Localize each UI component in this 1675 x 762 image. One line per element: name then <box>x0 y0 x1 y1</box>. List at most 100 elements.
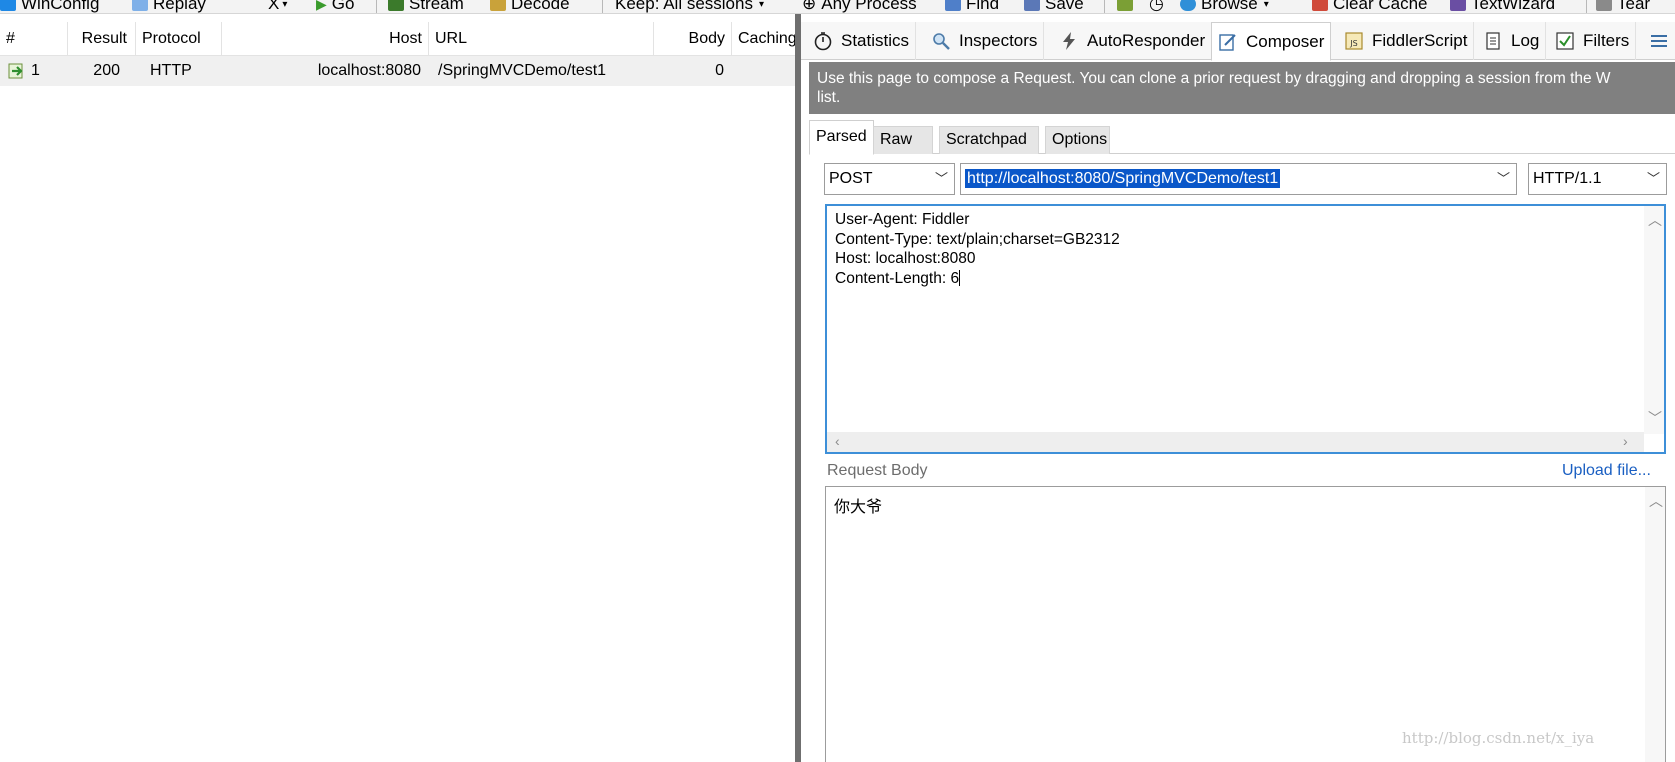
find-label: Find <box>966 0 1000 13</box>
toolbar: WinConfig Replay X ▾ ▶ Go Stream Decode … <box>0 0 1675 14</box>
tab-statistics[interactable]: Statistics <box>807 22 917 60</box>
tab-log[interactable]: Log <box>1477 22 1547 60</box>
subtab-parsed[interactable]: Parsed <box>809 120 874 155</box>
timer-button[interactable]: ◷ <box>1149 0 1164 13</box>
column-header-number[interactable]: # <box>0 22 68 56</box>
composer-info-text-line2: list. <box>817 89 841 106</box>
compose-icon <box>1219 33 1236 51</box>
tab-inspectors[interactable]: Inspectors <box>925 22 1045 60</box>
lightning-icon <box>1063 32 1075 50</box>
tab-statistics-label: Statistics <box>841 31 910 50</box>
any-process-button[interactable]: ⊕ Any Process <box>802 0 917 13</box>
decode-icon <box>490 0 506 11</box>
tearoff-button[interactable]: Tear <box>1596 0 1651 13</box>
tab-fiddlerscript[interactable]: JS FiddlerScript <box>1338 22 1475 60</box>
any-process-label: Any Process <box>821 0 917 13</box>
toolbar-separator <box>376 0 377 13</box>
tab-autoresponder[interactable]: AutoResponder <box>1053 22 1213 60</box>
textwizard-icon <box>1450 0 1466 11</box>
header-line: Content-Length: 6 <box>835 269 1120 289</box>
tearoff-label: Tear <box>1617 0 1651 13</box>
tab-filters[interactable]: Filters <box>1549 22 1637 60</box>
clear-cache-icon <box>1312 0 1328 11</box>
scroll-right-icon[interactable]: › <box>1623 433 1628 449</box>
replay-button[interactable]: Replay <box>132 0 206 13</box>
column-header-body[interactable]: Body <box>654 22 732 56</box>
scroll-up-icon[interactable]: ︿ <box>1648 210 1662 230</box>
keep-sessions-dropdown[interactable]: Keep: All sessions ▾ <box>615 0 764 13</box>
remove-label: X <box>268 0 280 13</box>
column-header-caching[interactable]: Caching <box>732 22 795 56</box>
request-headers-editor[interactable]: User-Agent: Fiddler Content-Type: text/pl… <box>825 204 1666 454</box>
clear-cache-button[interactable]: Clear Cache <box>1312 0 1428 13</box>
body-vertical-scrollbar[interactable]: ︿ <box>1645 487 1665 762</box>
session-list[interactable]: # Result Protocol Host URL Body Caching … <box>0 22 795 762</box>
tab-composer-label: Composer <box>1246 31 1325 51</box>
dropdown-arrow-icon: ▾ <box>1263 0 1269 10</box>
remove-button[interactable]: X ▾ <box>268 0 287 13</box>
header-line: User-Agent: Fiddler <box>835 211 970 228</box>
scroll-down-icon[interactable]: ﹀ <box>1648 408 1662 428</box>
tab-filters-label: Filters <box>1583 31 1630 50</box>
tearoff-icon <box>1596 0 1612 11</box>
chevron-down-icon: ﹀ <box>1496 171 1510 186</box>
script-icon: JS <box>1345 32 1363 50</box>
method-select[interactable]: POST ﹀ <box>824 163 955 195</box>
find-icon <box>945 0 961 11</box>
composer-info-text: Use this page to compose a Request. You … <box>817 70 1611 87</box>
browse-button[interactable]: Browse ▾ <box>1180 0 1269 13</box>
scroll-up-icon[interactable]: ︿ <box>1649 491 1663 511</box>
url-value: http://localhost:8080/SpringMVCDemo/test… <box>965 169 1281 188</box>
tab-overflow[interactable] <box>1643 22 1675 60</box>
stream-button[interactable]: Stream <box>388 0 464 13</box>
headers-horizontal-scrollbar[interactable]: ‹ › <box>827 432 1644 452</box>
subtab-raw[interactable]: Raw <box>873 126 933 154</box>
header-line: Host: localhost:8080 <box>835 250 976 267</box>
session-body: 0 <box>715 62 724 79</box>
session-url: /SpringMVCDemo/test1 <box>438 62 607 79</box>
go-button[interactable]: ▶ Go <box>316 0 355 13</box>
session-result: 200 <box>93 62 120 79</box>
windows-icon <box>0 0 16 11</box>
request-headers-text: User-Agent: Fiddler Content-Type: text/pl… <box>835 210 1120 288</box>
column-header-result[interactable]: Result <box>68 22 136 56</box>
session-row[interactable]: 1 200 HTTP localhost:8080 /SpringMVCDemo… <box>0 56 795 86</box>
svg-text:JS: JS <box>1349 39 1357 48</box>
screenshot-button[interactable] <box>1117 0 1138 13</box>
column-header-protocol[interactable]: Protocol <box>136 22 222 56</box>
session-number: 1 <box>31 62 40 79</box>
save-button[interactable]: Save <box>1024 0 1084 13</box>
browser-icon <box>1180 0 1196 11</box>
scroll-left-icon[interactable]: ‹ <box>835 433 840 449</box>
toolbar-separator <box>602 0 603 13</box>
session-list-header: # Result Protocol Host URL Body Caching <box>0 22 795 56</box>
decode-button[interactable]: Decode <box>490 0 570 13</box>
dropdown-arrow-icon: ▾ <box>758 0 764 10</box>
textwizard-label: TextWizard <box>1471 0 1556 13</box>
go-label: Go <box>331 0 355 13</box>
winconfig-button[interactable]: WinConfig <box>0 0 99 13</box>
find-button[interactable]: Find <box>945 0 1000 13</box>
checkbox-icon <box>1556 32 1574 50</box>
crosshair-icon: ⊕ <box>802 0 817 13</box>
textwizard-button[interactable]: TextWizard <box>1450 0 1556 13</box>
tab-composer[interactable]: Composer <box>1211 22 1332 61</box>
column-header-url[interactable]: URL <box>429 22 654 56</box>
chevron-down-icon: ﹀ <box>1646 171 1660 186</box>
subtab-scratchpad[interactable]: Scratchpad <box>939 126 1039 154</box>
keep-sessions-label: Keep: All sessions <box>615 0 753 13</box>
column-header-host[interactable]: Host <box>222 22 429 56</box>
log-icon <box>1486 32 1500 50</box>
request-body-editor[interactable]: 你大爷 ︿ <box>825 486 1666 762</box>
toolbar-separator <box>1586 0 1587 13</box>
tab-fiddlerscript-label: FiddlerScript <box>1372 31 1468 50</box>
decode-label: Decode <box>511 0 570 13</box>
composer-info-bar: Use this page to compose a Request. You … <box>809 62 1675 114</box>
upload-file-link[interactable]: Upload file... <box>1562 462 1651 480</box>
url-input[interactable]: http://localhost:8080/SpringMVCDemo/test… <box>960 163 1517 195</box>
headers-vertical-scrollbar[interactable]: ︿ ﹀ <box>1644 206 1664 434</box>
browse-label: Browse <box>1201 0 1258 13</box>
http-version-select[interactable]: HTTP/1.1 ﹀ <box>1528 163 1667 195</box>
subtab-options[interactable]: Options <box>1045 126 1110 154</box>
go-icon: ▶ <box>316 0 327 12</box>
